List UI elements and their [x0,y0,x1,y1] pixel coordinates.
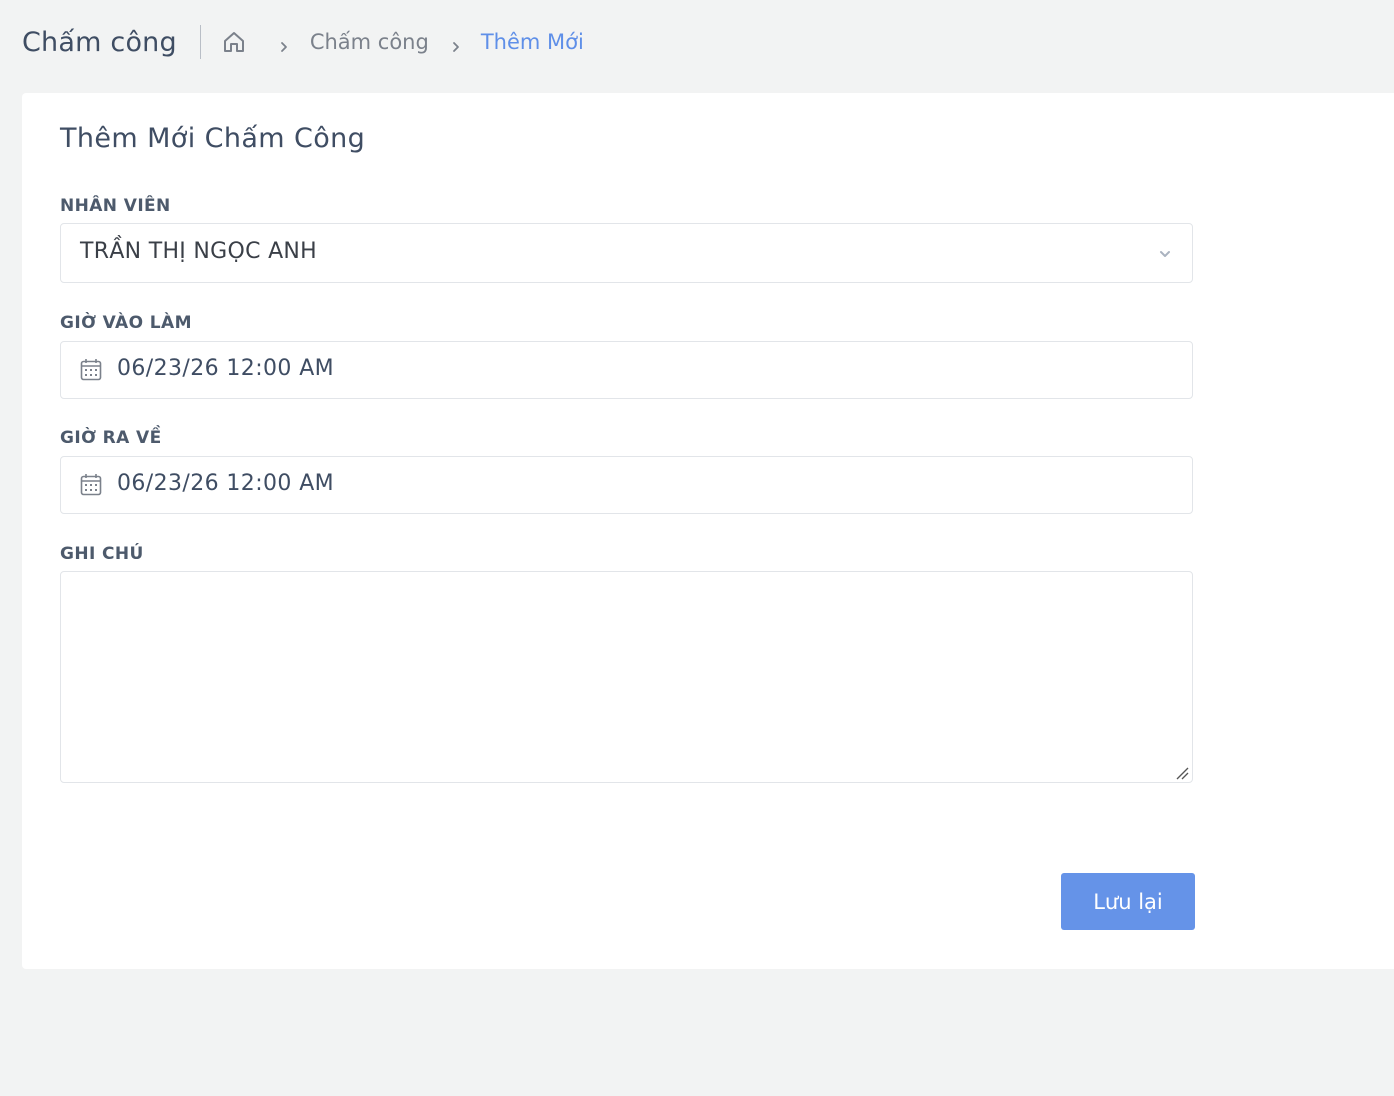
calendar-icon [80,358,102,382]
note-label: GHI CHÚ [60,544,144,564]
check-out-datetime-input[interactable]: 06/23/26 12:00 AM [60,456,1193,514]
check-out-label: GIỜ RA VỀ [60,428,162,448]
chevron-down-icon [1158,246,1172,260]
employee-label: NHÂN VIÊN [60,196,171,216]
header-divider [199,25,201,59]
employee-select-value: TRẦN THỊ NGỌC ANH [80,239,318,264]
save-button[interactable]: Lưu lại [1061,873,1195,930]
check-in-label: GIỜ VÀO LÀM [60,313,192,333]
note-textarea[interactable] [60,571,1193,783]
breadcrumb: Chấm công Thêm Mới [221,29,584,55]
check-out-value: 06/23/26 12:00 AM [117,471,335,496]
home-icon[interactable] [221,29,247,55]
check-in-value: 06/23/26 12:00 AM [117,356,335,381]
check-in-datetime-input[interactable]: 06/23/26 12:00 AM [60,341,1193,399]
page-title: Chấm công [22,26,177,58]
resize-handle-icon[interactable] [1175,765,1189,780]
calendar-icon [80,473,102,497]
chevron-right-icon [449,35,463,52]
form-title: Thêm Mới Chấm Công [60,123,366,154]
breadcrumb-item-current: Thêm Mới [480,30,584,54]
page-header: Chấm công Chấm công Thêm Mới [22,18,584,66]
employee-select[interactable]: TRẦN THỊ NGỌC ANH [60,223,1193,283]
chevron-right-icon [277,35,291,52]
breadcrumb-item-cham-cong[interactable]: Chấm công [310,30,429,54]
form-card: Thêm Mới Chấm Công NHÂN VIÊN TRẦN THỊ NG… [22,93,1394,969]
